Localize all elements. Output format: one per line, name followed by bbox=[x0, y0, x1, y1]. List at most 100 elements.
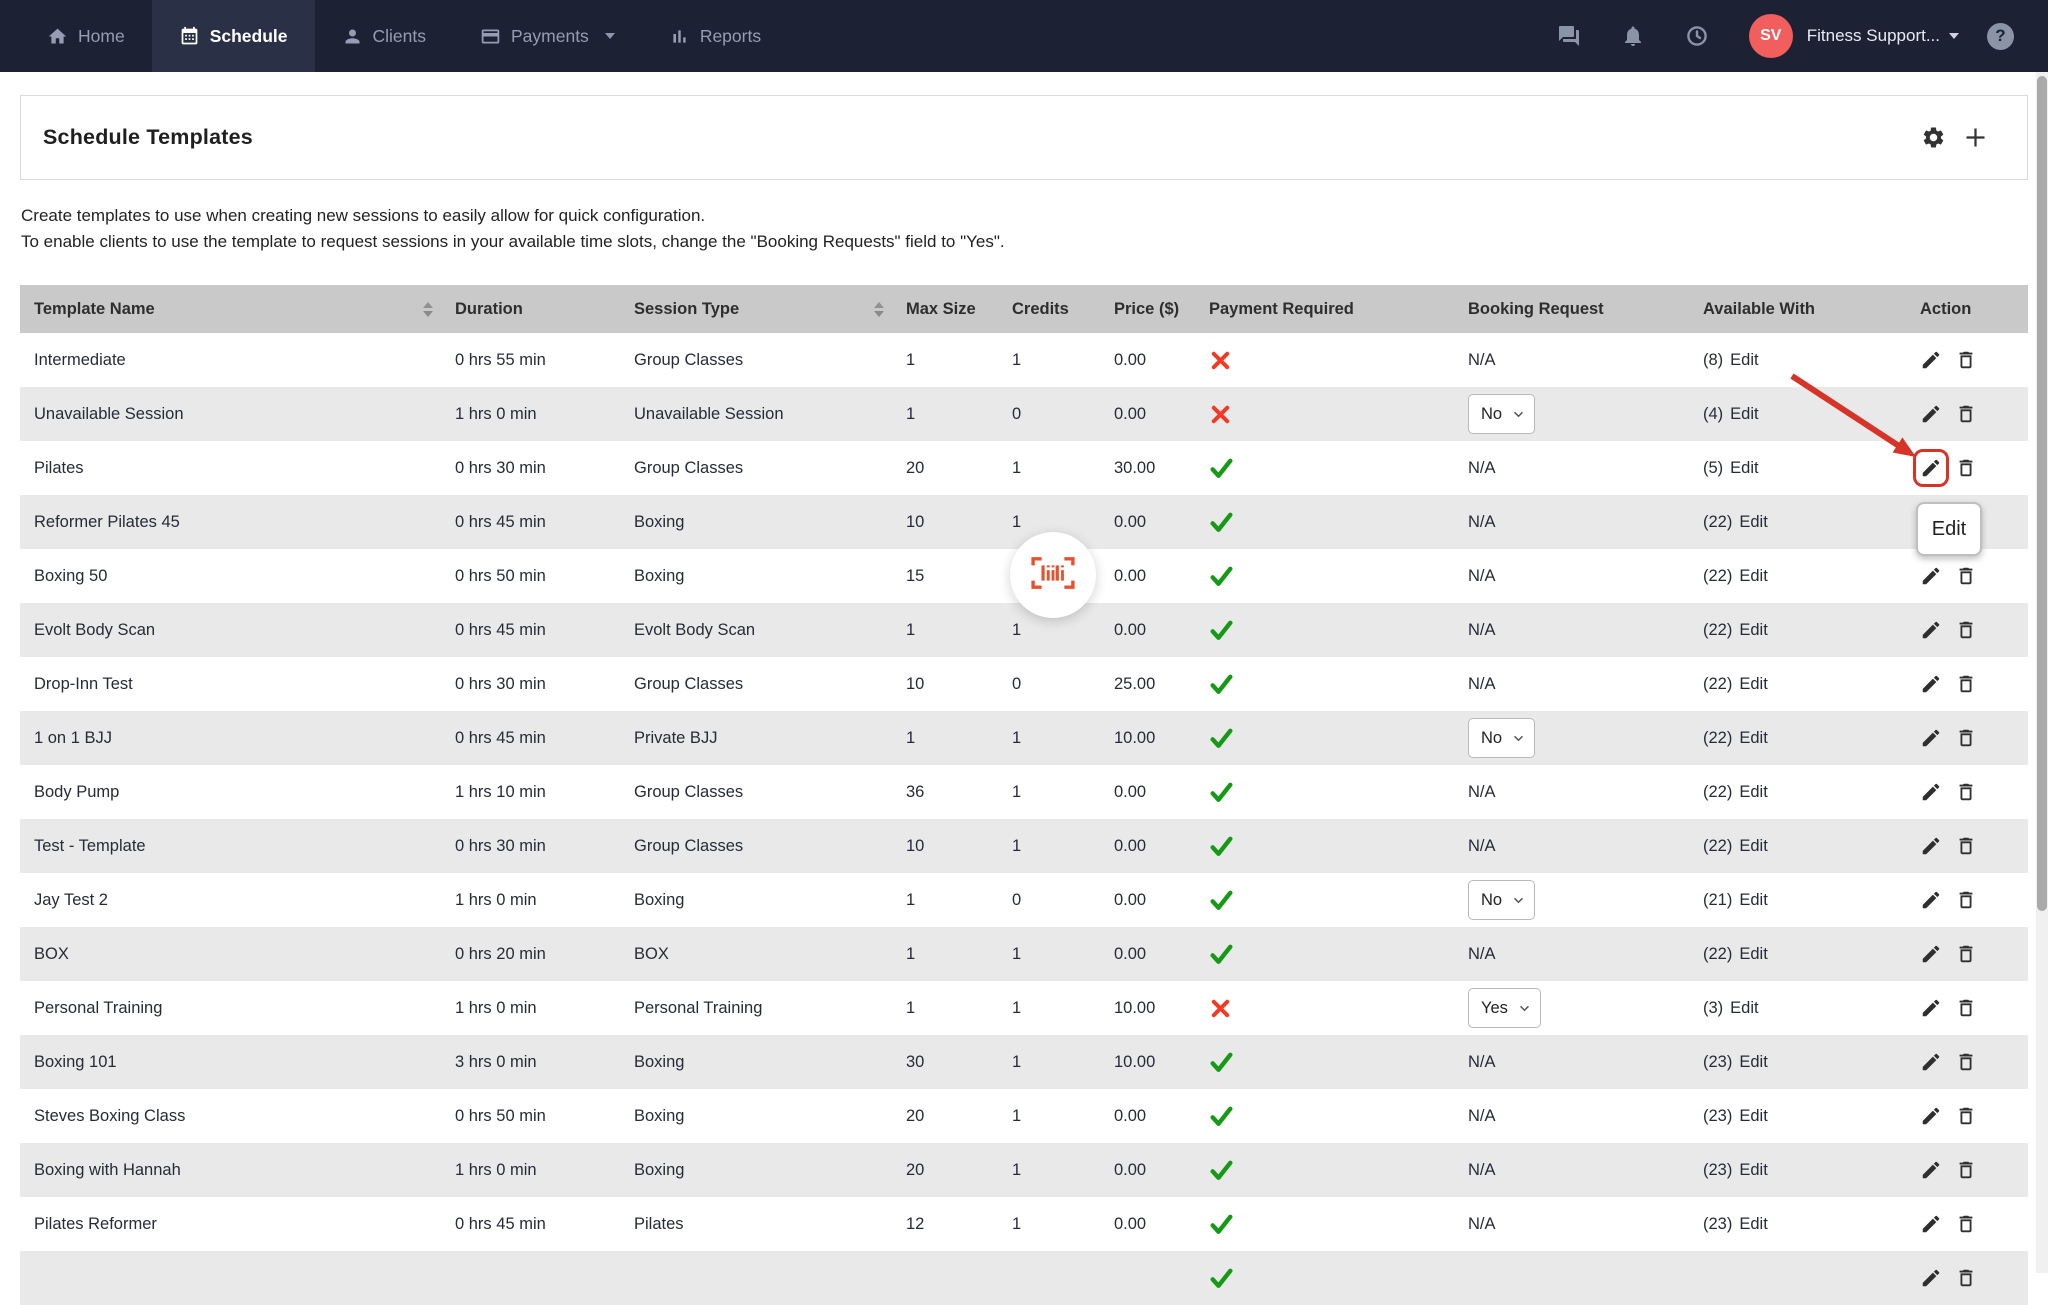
edit-pencil-button[interactable] bbox=[1920, 349, 1942, 371]
scrollbar[interactable] bbox=[2036, 72, 2048, 1273]
delete-trash-button[interactable] bbox=[1955, 1105, 1977, 1127]
edit-pencil-button[interactable] bbox=[1920, 619, 1942, 641]
template-name: BOX bbox=[34, 945, 69, 964]
template-name: Body Pump bbox=[34, 783, 119, 802]
avatar[interactable]: SV bbox=[1749, 14, 1793, 58]
duration: 0 hrs 30 min bbox=[455, 837, 546, 856]
delete-trash-button[interactable] bbox=[1955, 835, 1977, 857]
credits: 1 bbox=[1012, 513, 1021, 532]
add-template-plus-icon[interactable] bbox=[1962, 124, 1989, 151]
available-with-edit-link[interactable]: Edit bbox=[1739, 729, 1767, 748]
edit-pencil-button[interactable] bbox=[1920, 1051, 1942, 1073]
edit-pencil-button[interactable] bbox=[1920, 997, 1942, 1019]
nav-item-home[interactable]: Home bbox=[20, 0, 152, 72]
delete-trash-button[interactable] bbox=[1955, 457, 1977, 479]
edit-pencil-button[interactable] bbox=[1920, 565, 1942, 587]
column-header-label: Template Name bbox=[34, 300, 155, 319]
templates-table: Intermediate0 hrs 55 minGroup Classes110… bbox=[20, 333, 2028, 1305]
credits: 0 bbox=[1012, 675, 1021, 694]
template-name: Unavailable Session bbox=[34, 405, 184, 424]
edit-pencil-button[interactable] bbox=[1920, 1267, 1942, 1289]
nav-item-reports[interactable]: Reports bbox=[642, 0, 788, 72]
barcode-scan-widget[interactable] bbox=[1010, 532, 1096, 618]
price: 0.00 bbox=[1114, 621, 1146, 640]
nav-item-clients[interactable]: Clients bbox=[315, 0, 454, 72]
page-title: Schedule Templates bbox=[43, 125, 253, 150]
table-row: Test - Template0 hrs 30 minGroup Classes… bbox=[20, 819, 2028, 873]
delete-trash-button[interactable] bbox=[1955, 781, 1977, 803]
edit-pencil-button[interactable] bbox=[1920, 1213, 1942, 1235]
column-header-credits: Credits bbox=[998, 285, 1100, 333]
delete-trash-button[interactable] bbox=[1955, 997, 1977, 1019]
edit-pencil-button[interactable] bbox=[1920, 673, 1942, 695]
delete-trash-button[interactable] bbox=[1955, 1213, 1977, 1235]
available-with-edit-link[interactable]: Edit bbox=[1730, 999, 1758, 1018]
gear-icon[interactable] bbox=[1921, 125, 1946, 150]
available-with-edit-link[interactable]: Edit bbox=[1739, 1053, 1767, 1072]
history-clock-icon[interactable] bbox=[1685, 24, 1709, 48]
table-row: Body Pump1 hrs 10 minGroup Classes3610.0… bbox=[20, 765, 2028, 819]
booking-request-select[interactable]: Yes bbox=[1468, 988, 1541, 1028]
edit-pencil-button[interactable] bbox=[1920, 727, 1942, 749]
available-with-edit-link[interactable]: Edit bbox=[1739, 1161, 1767, 1180]
max-size: 10 bbox=[906, 837, 924, 856]
delete-trash-button[interactable] bbox=[1955, 1267, 1977, 1289]
delete-trash-button[interactable] bbox=[1955, 349, 1977, 371]
delete-trash-button[interactable] bbox=[1955, 619, 1977, 641]
available-with-edit-link[interactable]: Edit bbox=[1739, 891, 1767, 910]
edit-pencil-button[interactable] bbox=[1920, 835, 1942, 857]
available-with-count: (21) bbox=[1703, 891, 1732, 910]
notifications-bell-icon[interactable] bbox=[1621, 24, 1645, 48]
edit-pencil-button[interactable] bbox=[1920, 781, 1942, 803]
available-with-edit-link[interactable]: Edit bbox=[1739, 1107, 1767, 1126]
column-header-session-type[interactable]: Session Type bbox=[620, 285, 892, 333]
booking-request-select[interactable]: No bbox=[1468, 394, 1535, 434]
nav-item-schedule[interactable]: Schedule bbox=[152, 0, 315, 72]
available-with-edit-link[interactable]: Edit bbox=[1730, 459, 1758, 478]
available-with-edit-link[interactable]: Edit bbox=[1739, 513, 1767, 532]
available-with-edit-link[interactable]: Edit bbox=[1739, 1215, 1767, 1234]
sort-icon[interactable] bbox=[874, 302, 884, 317]
sort-icon[interactable] bbox=[423, 302, 433, 317]
available-with-edit-link[interactable]: Edit bbox=[1739, 567, 1767, 586]
edit-pencil-button[interactable] bbox=[1920, 1105, 1942, 1127]
panel-header-card: Schedule Templates bbox=[20, 95, 2028, 180]
delete-trash-button[interactable] bbox=[1955, 403, 1977, 425]
delete-trash-button[interactable] bbox=[1955, 1051, 1977, 1073]
available-with-count: (3) bbox=[1703, 999, 1723, 1018]
template-name: Pilates bbox=[34, 459, 84, 478]
available-with-edit-link[interactable]: Edit bbox=[1739, 621, 1767, 640]
booking-request-select[interactable]: No bbox=[1468, 880, 1535, 920]
delete-trash-button[interactable] bbox=[1955, 1159, 1977, 1181]
delete-trash-button[interactable] bbox=[1955, 889, 1977, 911]
available-with-edit-link[interactable]: Edit bbox=[1739, 945, 1767, 964]
available-with-edit-link[interactable]: Edit bbox=[1739, 783, 1767, 802]
max-size: 20 bbox=[906, 1107, 924, 1126]
template-name: 1 on 1 BJJ bbox=[34, 729, 112, 748]
delete-trash-button[interactable] bbox=[1955, 565, 1977, 587]
available-with-edit-link[interactable]: Edit bbox=[1739, 675, 1767, 694]
column-header-label: Booking Request bbox=[1468, 300, 1604, 319]
edit-pencil-button[interactable] bbox=[1920, 943, 1942, 965]
delete-trash-button[interactable] bbox=[1955, 727, 1977, 749]
help-icon[interactable]: ? bbox=[1987, 23, 2014, 50]
scrollbar-thumb[interactable] bbox=[2037, 76, 2047, 911]
nav-item-payments[interactable]: Payments bbox=[453, 0, 642, 72]
edit-pencil-button[interactable] bbox=[1920, 889, 1942, 911]
edit-pencil-button[interactable] bbox=[1920, 403, 1942, 425]
chevron-down-icon bbox=[605, 33, 615, 39]
chat-icon[interactable] bbox=[1557, 24, 1581, 48]
available-with-edit-link[interactable]: Edit bbox=[1739, 837, 1767, 856]
edit-pencil-button[interactable] bbox=[1920, 457, 1942, 479]
edit-pencil-button[interactable] bbox=[1920, 1159, 1942, 1181]
delete-trash-button[interactable] bbox=[1955, 673, 1977, 695]
user-menu-label[interactable]: Fitness Support... bbox=[1807, 26, 1940, 46]
delete-trash-button[interactable] bbox=[1955, 943, 1977, 965]
home-icon bbox=[47, 26, 68, 47]
available-with-edit-link[interactable]: Edit bbox=[1730, 351, 1758, 370]
table-row: Boxing with Hannah1 hrs 0 minBoxing2010.… bbox=[20, 1143, 2028, 1197]
column-header-label: Action bbox=[1920, 300, 1971, 319]
column-header-template-name[interactable]: Template Name bbox=[20, 285, 441, 333]
available-with-edit-link[interactable]: Edit bbox=[1730, 405, 1758, 424]
booking-request-select[interactable]: No bbox=[1468, 718, 1535, 758]
